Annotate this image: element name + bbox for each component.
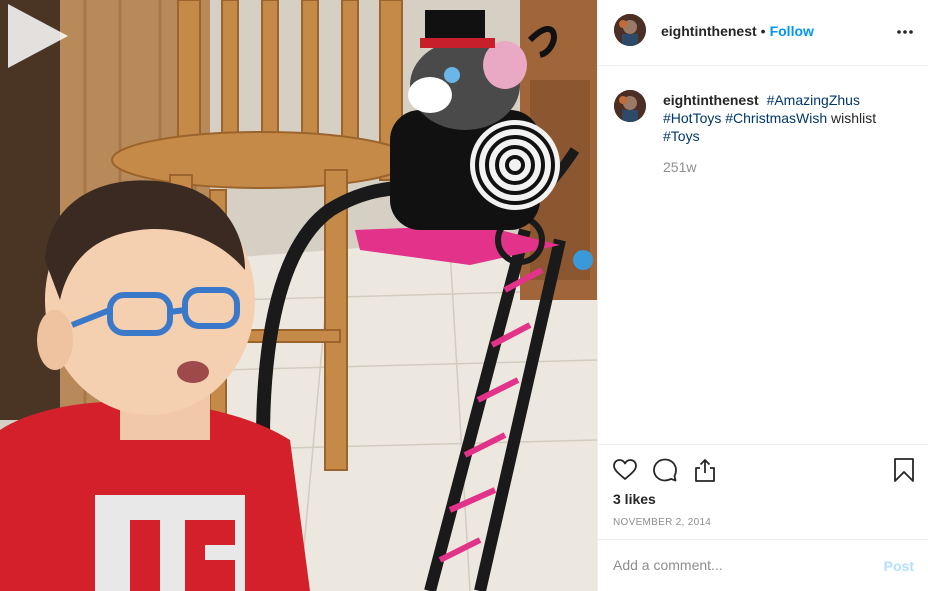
bookmark-icon[interactable] [891,457,917,483]
avatar[interactable] [614,14,646,46]
post-video[interactable] [0,0,597,591]
follow-button[interactable]: Follow [770,23,814,39]
share-icon[interactable] [692,457,718,483]
play-icon[interactable] [0,0,72,72]
header-names: eightinthenest • Follow [661,22,814,40]
hashtag-link[interactable]: #HotToys [663,110,721,126]
hashtag-link[interactable]: #AmazingZhus [767,92,860,108]
caption-text: eightinthenest #AmazingZhus #HotToys #Ch… [663,91,913,145]
post-details-panel: eightinthenest • Follow eightinthenest #Am… [597,0,928,591]
hashtag-link[interactable]: #Toys [663,128,700,144]
comment-bubble-icon[interactable] [652,457,678,483]
actions-section: 3 likes NOVEMBER 2, 2014 [598,444,928,540]
more-options-icon[interactable] [895,22,915,42]
caption-timestamp[interactable]: 251w [663,159,696,175]
heart-icon[interactable] [612,457,638,483]
hashtag-link[interactable]: #ChristmasWish [725,110,827,126]
separator-dot: • [760,23,766,39]
post-comment-button[interactable]: Post [884,558,914,574]
post-header: eightinthenest • Follow [598,0,928,66]
comment-box: Post [598,539,928,591]
caption-username[interactable]: eightinthenest [663,92,759,108]
caption-word: wishlist [831,110,877,126]
comment-input[interactable] [613,554,863,576]
post-date[interactable]: NOVEMBER 2, 2014 [613,517,711,528]
likes-count[interactable]: 3 likes [613,491,656,507]
header-username[interactable]: eightinthenest [661,23,757,39]
video-frame [0,0,597,591]
avatar[interactable] [614,90,646,122]
